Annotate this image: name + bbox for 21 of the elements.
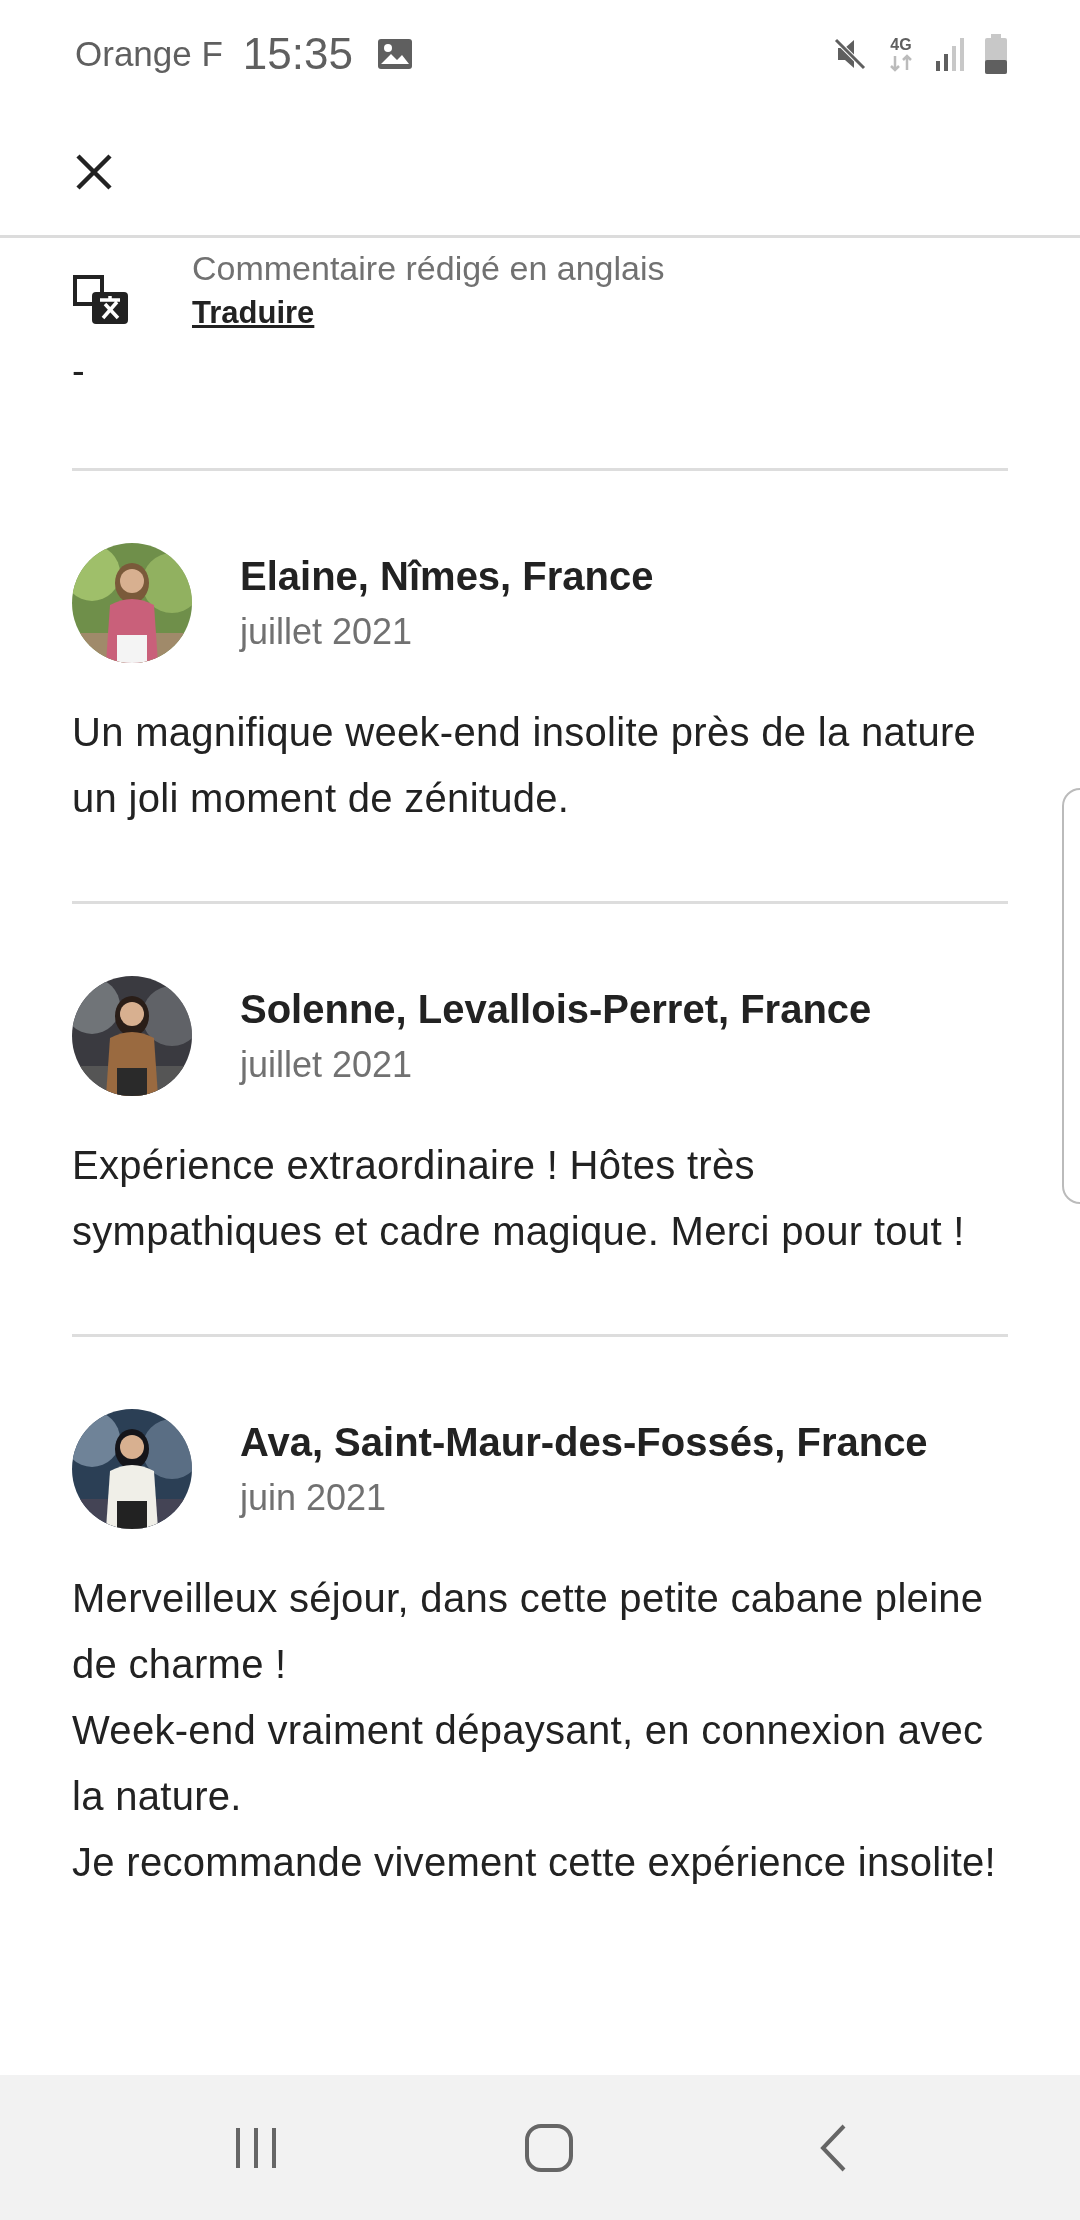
home-icon[interactable] xyxy=(524,2122,574,2173)
review-date: juillet 2021 xyxy=(240,610,414,654)
translation-note: Commentaire rédigé en anglais xyxy=(192,248,665,289)
review-text: Expérience extraordinaire ! Hôtes très sympathiques et cadre magique. Merci pour tout ! xyxy=(72,1142,966,1255)
back-icon[interactable] xyxy=(818,2122,848,2173)
comment-text: - xyxy=(72,349,86,394)
battery-icon xyxy=(984,34,1008,74)
review-text: Un magnifique week-end insolite près de la nature un joli moment de zénitude. xyxy=(72,709,978,822)
translate-link[interactable]: Traduire xyxy=(192,290,315,336)
review-date: juillet 2021 xyxy=(240,1043,414,1087)
clock: 15:35 xyxy=(242,29,353,79)
reviewer-name: Elaine, Nîmes, France xyxy=(240,553,654,600)
review-date: juin 2021 xyxy=(240,1476,388,1520)
reviewer-name: Solenne, Levallois-Perret, France xyxy=(240,986,872,1033)
review-text: Merveilleux séjour, dans cette petite cabane pleine de charme ! Week-end vraiment dépaysant, en connexion avec la nature. Je recommande vivement cette expérience insolite! xyxy=(72,1575,998,1886)
reviewer-name: Ava, Saint-Maur-des-Fossés, France xyxy=(240,1419,928,1466)
mute-icon xyxy=(832,36,868,72)
carrier-name: Orange F xyxy=(75,34,223,74)
image-icon xyxy=(376,38,413,70)
signal-icon xyxy=(934,37,966,71)
translate-icon xyxy=(72,274,130,326)
